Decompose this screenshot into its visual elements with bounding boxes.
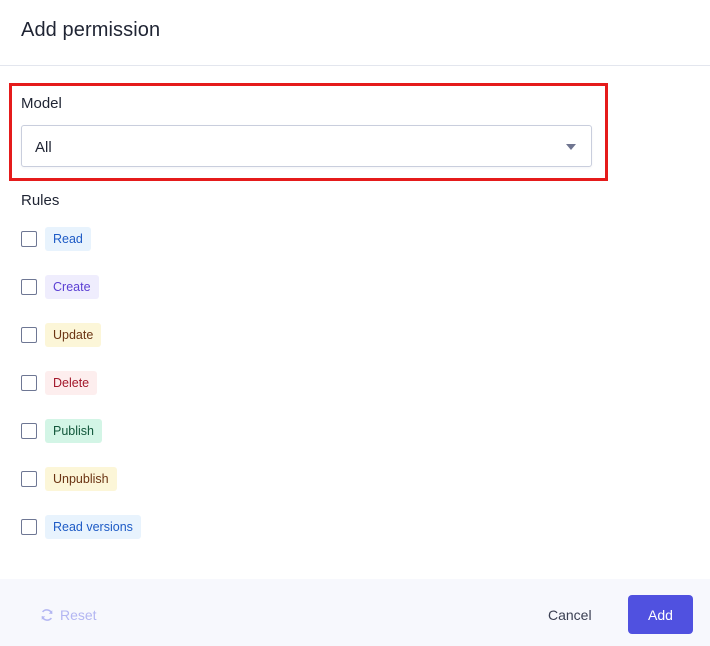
rule-checkbox[interactable] (21, 471, 37, 487)
rule-item[interactable]: Delete (21, 370, 97, 396)
rule-tag: Unpublish (45, 467, 117, 491)
chevron-down-icon (566, 144, 576, 150)
rule-tag: Read versions (45, 515, 141, 539)
reset-button[interactable]: Reset (40, 607, 97, 623)
rule-checkbox[interactable] (21, 519, 37, 535)
rule-item[interactable]: Update (21, 322, 101, 348)
reset-label: Reset (60, 607, 97, 623)
rule-checkbox[interactable] (21, 327, 37, 343)
refresh-icon (40, 608, 54, 622)
rule-checkbox[interactable] (21, 423, 37, 439)
dialog-header: Add permission (0, 0, 710, 66)
rule-checkbox[interactable] (21, 375, 37, 391)
rule-item[interactable]: Read (21, 226, 91, 252)
dialog-footer: Reset Cancel Add (0, 579, 710, 646)
add-button[interactable]: Add (628, 595, 693, 634)
rule-item[interactable]: Publish (21, 418, 102, 444)
dialog-title: Add permission (21, 19, 160, 42)
rule-checkbox[interactable] (21, 279, 37, 295)
rule-tag: Delete (45, 371, 97, 395)
rule-checkbox[interactable] (21, 231, 37, 247)
rule-tag: Publish (45, 419, 102, 443)
rules-label: Rules (21, 192, 59, 209)
rule-tag: Update (45, 323, 101, 347)
rule-tag: Create (45, 275, 99, 299)
model-label: Model (21, 95, 62, 112)
rule-item[interactable]: Unpublish (21, 466, 117, 492)
model-select[interactable]: All (21, 125, 592, 167)
rule-tag: Read (45, 227, 91, 251)
rule-item[interactable]: Read versions (21, 514, 141, 540)
model-select-value: All (35, 139, 52, 156)
cancel-button[interactable]: Cancel (548, 607, 592, 623)
rule-item[interactable]: Create (21, 274, 99, 300)
